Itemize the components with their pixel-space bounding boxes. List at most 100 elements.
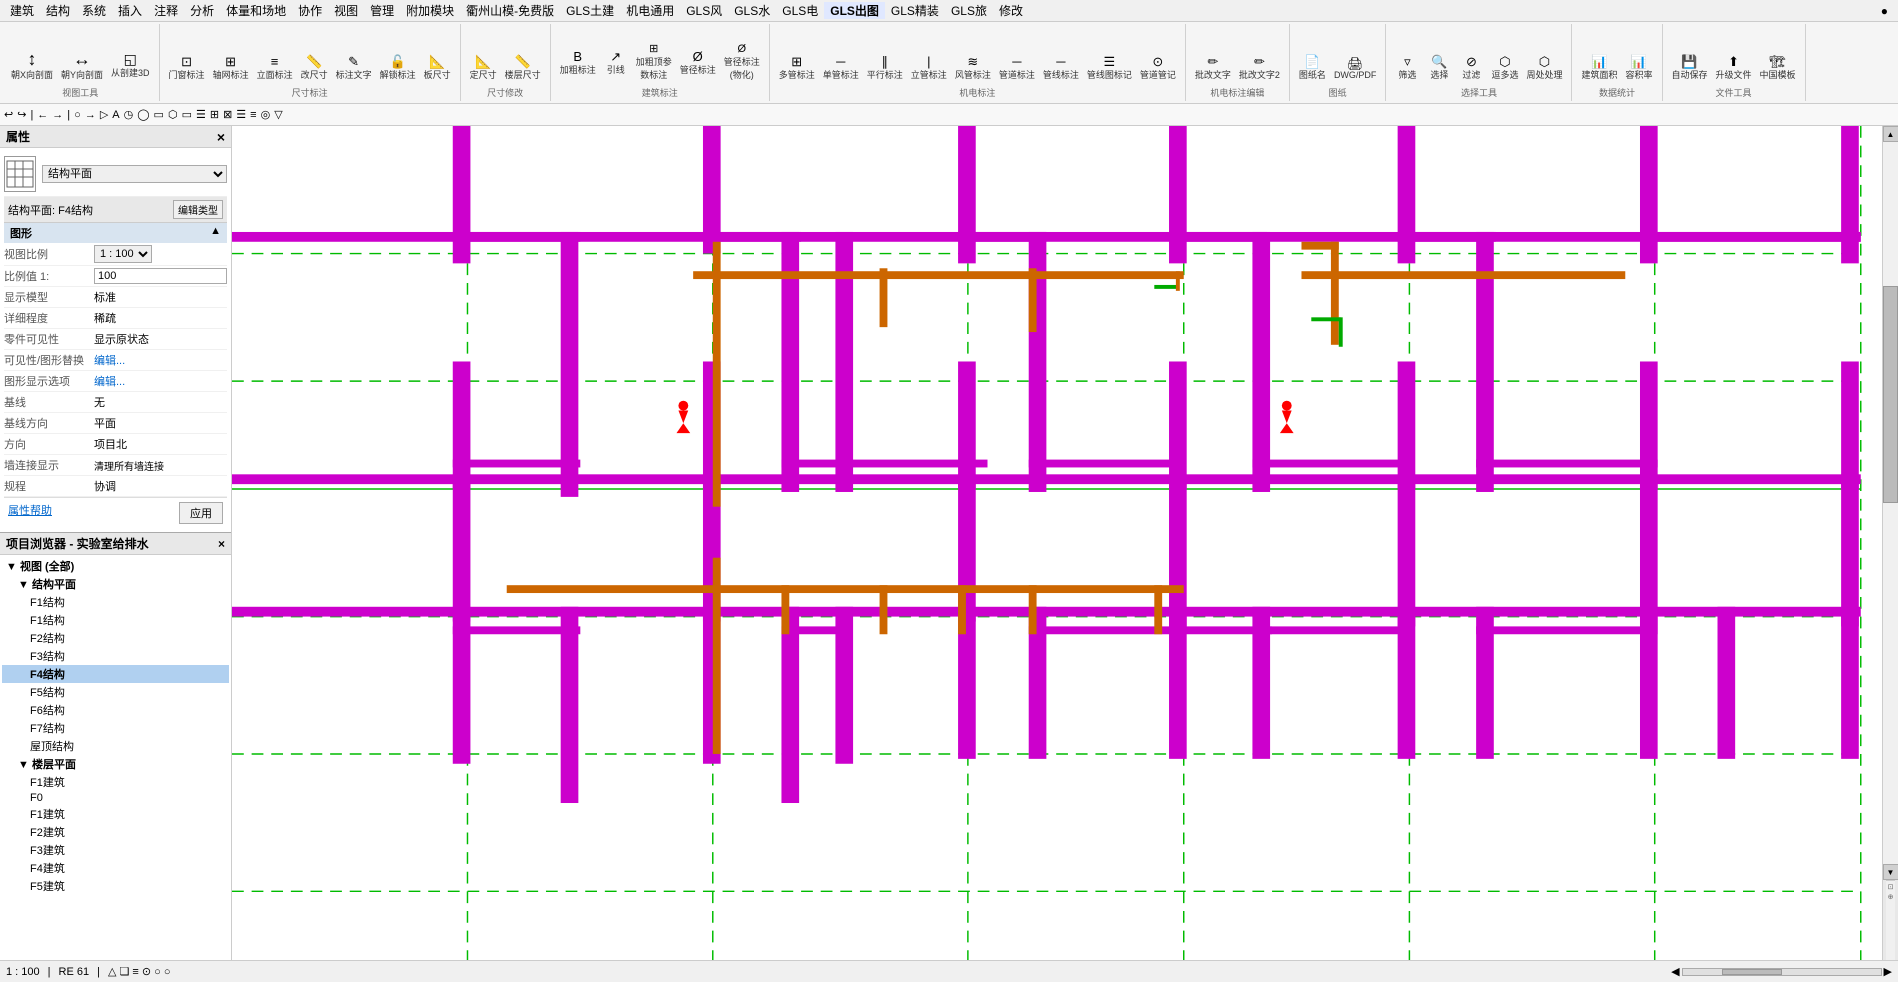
tree-item-F4建筑[interactable]: F4建筑 bbox=[2, 859, 229, 877]
canvas-area[interactable] bbox=[232, 126, 1882, 960]
cmd-undo[interactable]: ↩ bbox=[4, 108, 13, 121]
edit-type-button[interactable]: 编辑类型 bbox=[173, 200, 223, 219]
btn-立管标注[interactable]: |立管标注 bbox=[908, 52, 950, 84]
menu-item-gls电[interactable]: GLS电 bbox=[776, 2, 824, 19]
cmd-fwd[interactable]: → bbox=[52, 109, 63, 121]
menu-item-gls精装[interactable]: GLS精装 bbox=[885, 2, 945, 19]
tree-item-F1建筑[interactable]: F1建筑 bbox=[2, 805, 229, 823]
btn-管径标注物化[interactable]: Ø管径标注(物化) bbox=[721, 41, 763, 84]
btn-dwg-pdf[interactable]: 🖨DWG/PDF bbox=[1331, 52, 1380, 84]
menu-item-gls旅[interactable]: GLS旅 bbox=[945, 2, 993, 19]
btn-管道管记[interactable]: ⊙管道管记 bbox=[1137, 52, 1179, 84]
cmd-grid2[interactable]: ⊞ bbox=[210, 108, 219, 121]
scroll-down-button[interactable]: ▼ bbox=[1883, 864, 1898, 880]
btn-楼层尺寸[interactable]: 📏楼层尺寸 bbox=[502, 52, 544, 84]
menu-item-协作[interactable]: 协作 bbox=[292, 2, 328, 19]
menu-item-gls风[interactable]: GLS风 bbox=[680, 2, 728, 19]
scroll-thumb[interactable] bbox=[1883, 286, 1898, 503]
btn-管线图标记[interactable]: ☰管线图标记 bbox=[1084, 52, 1135, 84]
menu-item-体量和场地[interactable]: 体量和场地 bbox=[220, 2, 292, 19]
menu-item-gls水[interactable]: GLS水 bbox=[728, 2, 776, 19]
props-section-graphics[interactable]: 图形 ▲ bbox=[4, 223, 227, 243]
btn-建筑面积[interactable]: 📊建筑面积 bbox=[1578, 52, 1620, 84]
tree-item-F2建筑[interactable]: F2建筑 bbox=[2, 823, 229, 841]
cmd-lines[interactable]: ☰ bbox=[236, 108, 246, 121]
cmd-redo[interactable]: ↪ bbox=[17, 108, 26, 121]
menu-item-gls出图[interactable]: GLS出图 bbox=[824, 2, 885, 19]
btn-加粗标注[interactable]: B加粗标注 bbox=[557, 41, 599, 84]
hscroll-right[interactable]: ▶ bbox=[1884, 965, 1892, 978]
tree-item-F0[interactable]: F0 bbox=[2, 791, 229, 805]
btn-周处处理[interactable]: ⬡周处处理 bbox=[1523, 52, 1565, 84]
cmd-rect[interactable]: ▭ bbox=[154, 108, 164, 121]
btn-定尺寸[interactable]: 📐定尺寸 bbox=[467, 52, 500, 84]
menu-item-gls土建[interactable]: GLS土建 bbox=[560, 2, 620, 19]
view-cube[interactable]: ⊡ ⊕ bbox=[1886, 880, 1896, 960]
btn-批改文字2[interactable]: ✏批改文字2 bbox=[1236, 52, 1283, 84]
btn-改尺寸[interactable]: 📏改尺寸 bbox=[298, 52, 331, 84]
scroll-up-button[interactable]: ▲ bbox=[1883, 126, 1898, 142]
apply-button[interactable]: 应用 bbox=[179, 502, 223, 524]
cmd-ellipse[interactable]: ◯ bbox=[137, 108, 149, 121]
btn-管线标注[interactable]: ─管线标注 bbox=[1040, 52, 1082, 84]
btn-单管标注[interactable]: ─单管标注 bbox=[820, 52, 862, 84]
cmd-target[interactable]: ◎ bbox=[261, 108, 271, 121]
hscroll-left[interactable]: ◀ bbox=[1671, 965, 1679, 978]
tree-item-F1建筑[interactable]: F1建筑 bbox=[2, 773, 229, 791]
btn-容积率[interactable]: 📊容积率 bbox=[1622, 52, 1655, 84]
cmd-A[interactable]: A bbox=[112, 109, 119, 121]
btn-升级文件[interactable]: ⬆升级文件 bbox=[1713, 52, 1755, 84]
btn-解锁标注[interactable]: 🔓解锁标注 bbox=[377, 52, 419, 84]
btn-立面标注[interactable]: ≡立面标注 bbox=[254, 52, 296, 84]
btn-门窗标注[interactable]: ⊡门窗标注 bbox=[166, 52, 208, 84]
menu-item-分析[interactable]: 分析 bbox=[184, 2, 220, 19]
cmd-hex[interactable]: ⬡ bbox=[168, 108, 178, 121]
cmd-rect2[interactable]: ▭ bbox=[182, 108, 192, 121]
btn-引线[interactable]: ↗引线 bbox=[601, 41, 631, 84]
btn-过滤[interactable]: ⊘过滤 bbox=[1456, 52, 1486, 84]
btn-中国模板[interactable]: 🏗中国模板 bbox=[1757, 52, 1799, 84]
tree-item-视图_(全部)[interactable]: ▼ 视图 (全部) bbox=[2, 557, 229, 575]
cmd-cross[interactable]: ⊠ bbox=[223, 108, 232, 121]
tree-item-F3结构[interactable]: F3结构 bbox=[2, 647, 229, 665]
tree-item-结构平面[interactable]: ▼ 结构平面 bbox=[2, 575, 229, 593]
menu-item-管理[interactable]: 管理 bbox=[364, 2, 400, 19]
cmd-arrow[interactable]: → bbox=[85, 109, 96, 121]
tree-item-F1结构[interactable]: F1结构 bbox=[2, 593, 229, 611]
tree-item-F2结构[interactable]: F2结构 bbox=[2, 629, 229, 647]
scale-value-input[interactable] bbox=[94, 268, 227, 284]
menu-item-建筑[interactable]: 建筑 bbox=[4, 2, 40, 19]
menu-item-结构[interactable]: 结构 bbox=[40, 2, 76, 19]
props-close-button[interactable]: × bbox=[217, 129, 225, 145]
btn-多管标注[interactable]: ⊞多管标注 bbox=[776, 52, 818, 84]
btn-筛选[interactable]: ▿筛选 bbox=[1392, 52, 1422, 84]
view-type-select[interactable]: 结构平面 bbox=[42, 165, 227, 183]
btn-平行标注[interactable]: ∥平行标注 bbox=[864, 52, 906, 84]
btn-图纸名[interactable]: 📄图纸名 bbox=[1296, 52, 1329, 84]
btn-标注文字[interactable]: ✎标注文字 bbox=[333, 52, 375, 84]
menu-item-修改[interactable]: 修改 bbox=[993, 2, 1029, 19]
menu-item-注释[interactable]: 注释 bbox=[148, 2, 184, 19]
tree-item-F6结构[interactable]: F6结构 bbox=[2, 701, 229, 719]
cmd-lines2[interactable]: ≡ bbox=[250, 109, 256, 121]
prop-help-link[interactable]: 属性帮助 bbox=[8, 502, 52, 524]
btn-批改文字[interactable]: ✏批改文字 bbox=[1192, 52, 1234, 84]
hscroll-thumb[interactable] bbox=[1722, 969, 1781, 975]
btn-自动保存[interactable]: 💾自动保存 bbox=[1669, 52, 1711, 84]
btn-朝Y向剖面[interactable]: ↔朝Y向剖面 bbox=[58, 47, 106, 84]
view-scale-select[interactable]: 1 : 100 bbox=[94, 245, 152, 263]
menu-item-机电通用[interactable]: 机电通用 bbox=[620, 2, 680, 19]
menu-item-附加模块[interactable]: 附加模块 bbox=[400, 2, 460, 19]
btn-管道标注[interactable]: ─管道标注 bbox=[996, 52, 1038, 84]
cmd-down[interactable]: ▽ bbox=[274, 108, 282, 121]
tree-item-屋顶结构[interactable]: 屋顶结构 bbox=[2, 737, 229, 755]
graphic-opts-link[interactable]: 编辑... bbox=[94, 373, 227, 389]
btn-选择[interactable]: 🔍选择 bbox=[1424, 52, 1454, 84]
tree-item-F7结构[interactable]: F7结构 bbox=[2, 719, 229, 737]
cmd-back[interactable]: ← bbox=[37, 109, 48, 121]
menu-item-插入[interactable]: 插入 bbox=[112, 2, 148, 19]
cmd-clock[interactable]: ◷ bbox=[124, 108, 134, 121]
tree-item-F5建筑[interactable]: F5建筑 bbox=[2, 877, 229, 895]
tree-item-F1结构[interactable]: F1结构 bbox=[2, 611, 229, 629]
tree-item-F3建筑[interactable]: F3建筑 bbox=[2, 841, 229, 859]
